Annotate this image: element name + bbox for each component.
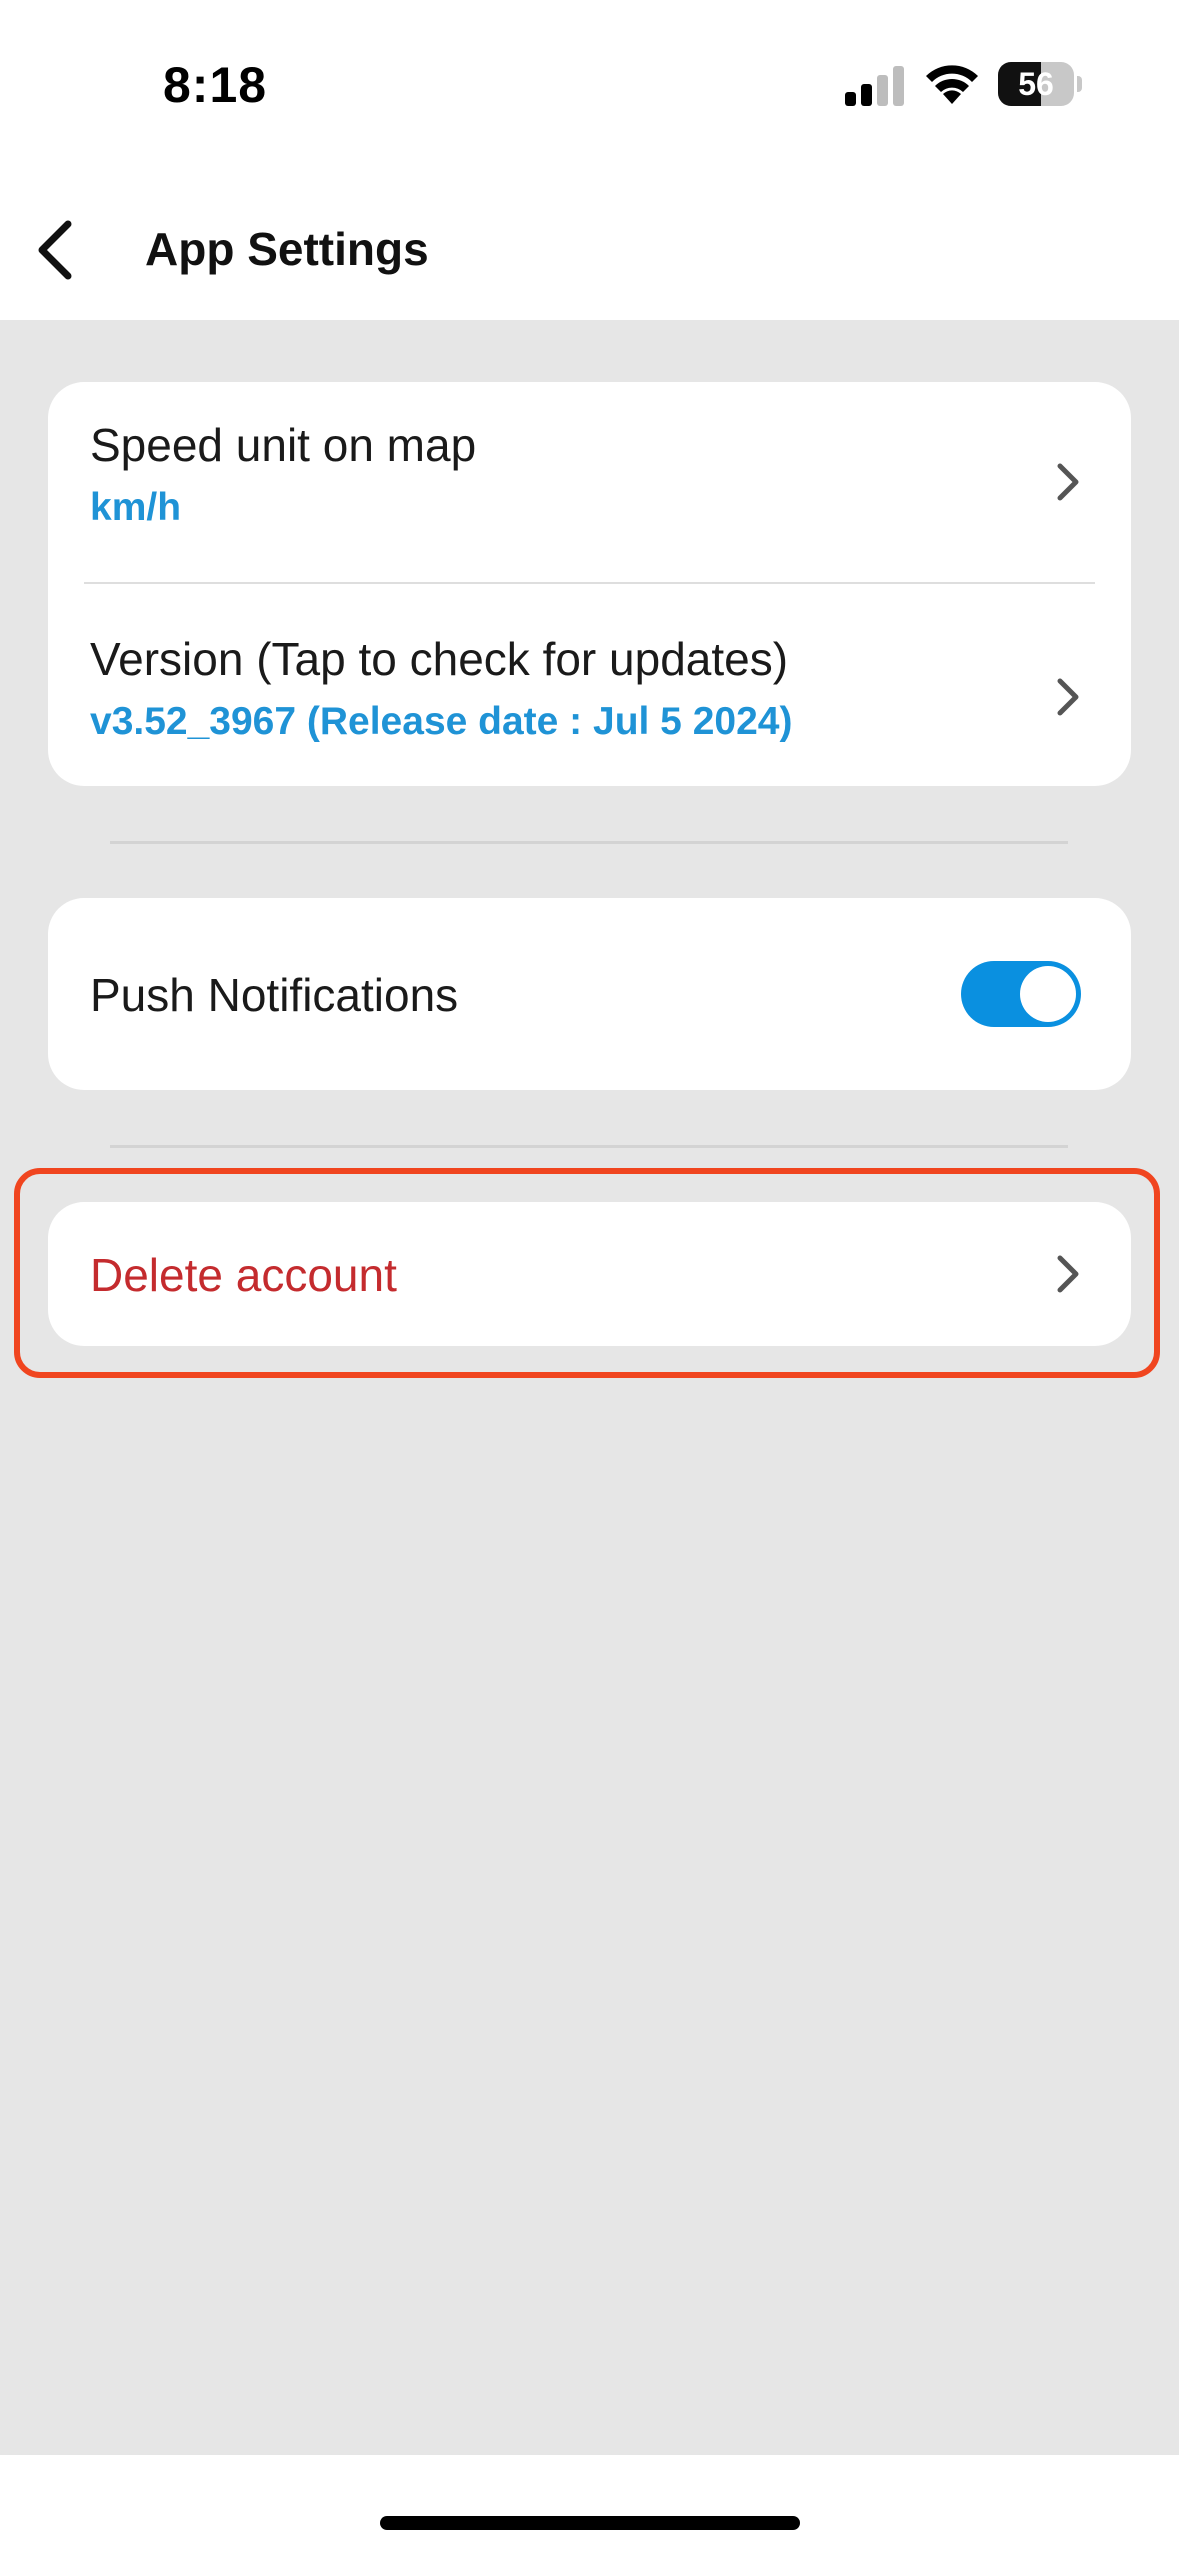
chevron-right-icon (1057, 463, 1079, 501)
home-indicator[interactable] (380, 2516, 800, 2530)
page-title: App Settings (145, 223, 429, 275)
speed-unit-label: Speed unit on map (90, 419, 477, 471)
highlight-annotation-frame (14, 1168, 1160, 1378)
cellular-signal-icon (845, 66, 904, 106)
home-indicator-area (0, 2455, 1179, 2556)
section-divider (110, 841, 1068, 844)
speed-unit-row[interactable]: Speed unit on map km/h (48, 382, 1131, 582)
version-row[interactable]: Version (Tap to check for updates) v3.52… (48, 584, 1131, 786)
notifications-card: Push Notifications (48, 898, 1131, 1090)
battery-level: 56 (1018, 66, 1054, 102)
back-button[interactable] (20, 210, 90, 290)
chevron-right-icon (1057, 678, 1079, 716)
push-notifications-toggle[interactable] (961, 961, 1081, 1027)
speed-unit-value: km/h (90, 486, 182, 529)
section-divider (110, 1145, 1068, 1148)
toggle-knob (1020, 966, 1076, 1022)
version-value: v3.52_3967 (Release date : Jul 5 2024) (90, 700, 793, 743)
navigation-bar: App Settings (0, 170, 1179, 320)
general-settings-card: Speed unit on map km/h Version (Tap to c… (48, 382, 1131, 786)
status-time: 8:18 (163, 57, 268, 113)
app-settings-screen: 8:18 56 App Settings Speed unit on map k… (0, 0, 1179, 2556)
push-notifications-row: Push Notifications (48, 898, 1131, 1090)
wifi-icon (926, 65, 978, 104)
status-bar: 8:18 56 (0, 0, 1179, 170)
push-notifications-label: Push Notifications (90, 969, 459, 1021)
battery-icon: 56 (998, 62, 1082, 108)
version-label: Version (Tap to check for updates) (90, 633, 789, 685)
